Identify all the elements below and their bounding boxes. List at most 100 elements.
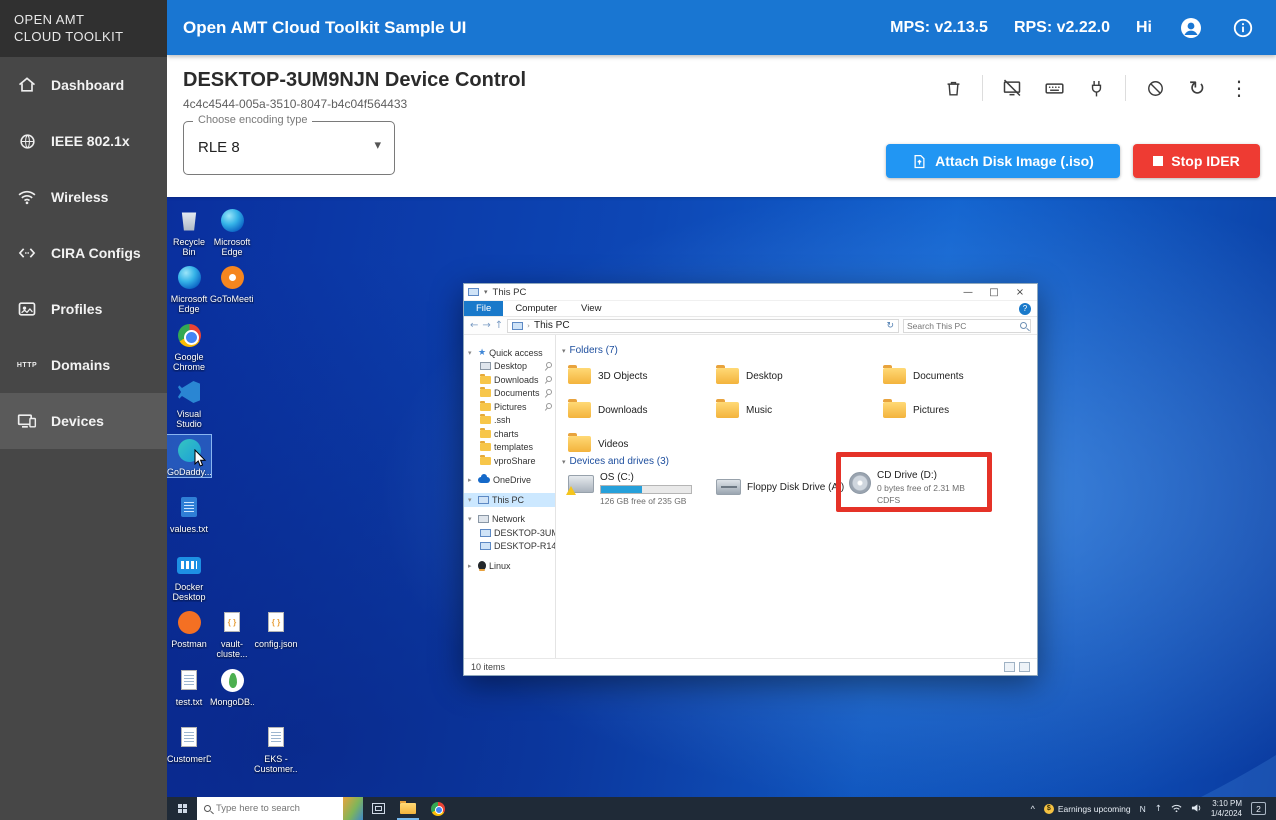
refresh-icon[interactable]: ↻ bbox=[886, 321, 894, 331]
minimize-button[interactable]: — bbox=[955, 284, 981, 300]
onedrive-sync-icon[interactable]: ↑ bbox=[1155, 804, 1162, 814]
earnings-notification[interactable]: $ Earnings upcoming bbox=[1044, 804, 1131, 814]
encoding-select[interactable]: Choose encoding type RLE 8 ▾ bbox=[183, 121, 395, 175]
desktop-icon-gotomeeting[interactable]: GoToMeeting bbox=[210, 262, 254, 304]
nav-item-documents[interactable]: Documents bbox=[464, 387, 555, 401]
explorer-search-input[interactable] bbox=[907, 321, 1020, 331]
desktop-icon-edge-2[interactable]: Microsoft Edge bbox=[167, 262, 211, 314]
desktop-icon-postman[interactable]: Postman bbox=[167, 607, 211, 649]
tab-computer[interactable]: Computer bbox=[503, 301, 569, 316]
list-view-icon[interactable] bbox=[1004, 662, 1015, 672]
sidebar-item-cira-configs[interactable]: CIRA Configs bbox=[0, 225, 167, 281]
keyboard-icon[interactable] bbox=[1041, 75, 1067, 101]
maximize-button[interactable]: □ bbox=[981, 284, 1007, 300]
drive-floppy-a[interactable]: Floppy Disk Drive (A:) bbox=[716, 476, 844, 495]
folder-downloads[interactable]: Downloads bbox=[568, 395, 708, 425]
drive-os-c[interactable]: OS (C:) 126 GB free of 235 GB bbox=[568, 472, 692, 506]
action-center-badge[interactable]: 2 bbox=[1251, 802, 1266, 815]
wifi-icon[interactable] bbox=[1171, 800, 1182, 818]
desktop-icon-edge-1[interactable]: Microsoft Edge bbox=[210, 205, 254, 257]
file-explorer-taskbar-button[interactable] bbox=[393, 797, 423, 820]
task-view-button[interactable] bbox=[363, 797, 393, 820]
folders-section-header[interactable]: ▾Folders (7) bbox=[562, 345, 618, 356]
folder-videos[interactable]: Videos bbox=[568, 429, 708, 459]
nav-item-charts[interactable]: charts bbox=[464, 427, 555, 441]
drives-section-header[interactable]: ▾Devices and drives (3) bbox=[562, 456, 669, 467]
tab-view[interactable]: View bbox=[569, 301, 613, 316]
kebab-menu-icon[interactable]: ⋮ bbox=[1226, 75, 1252, 101]
desktop-icon-vscode[interactable]: Visual Studio Code bbox=[167, 377, 211, 430]
nav-item-pictures[interactable]: Pictures bbox=[464, 400, 555, 414]
this-pc-icon bbox=[468, 288, 479, 296]
sidebar-item-devices[interactable]: Devices bbox=[0, 393, 167, 449]
nav-item-quick-access[interactable]: ▾★Quick access bbox=[464, 346, 555, 360]
explorer-search[interactable] bbox=[903, 319, 1031, 333]
desktop-icon-eks[interactable]: EKS -Customer... bbox=[254, 722, 298, 774]
desktop-icon-test-txt[interactable]: test.txt bbox=[167, 665, 211, 707]
folder-music[interactable]: Music bbox=[716, 395, 856, 425]
thumbnail-view-icon[interactable] bbox=[1019, 662, 1030, 672]
nav-item-network[interactable]: ▾Network bbox=[464, 513, 555, 527]
drive-cd-d[interactable]: CD Drive (D:) 0 bytes free of 2.31 MB CD… bbox=[849, 470, 965, 505]
refresh-icon[interactable]: ↻ bbox=[1184, 75, 1210, 101]
nav-item-templates[interactable]: templates bbox=[464, 441, 555, 455]
nav-item-desktop-r142855[interactable]: DESKTOP-R142855 bbox=[464, 540, 555, 554]
address-box[interactable]: › This PC ↻ bbox=[507, 319, 899, 333]
desktop-icon-mongodb[interactable]: MongoDB... bbox=[210, 665, 254, 707]
start-button[interactable] bbox=[167, 797, 197, 820]
back-icon[interactable]: ← bbox=[470, 320, 478, 331]
stop-ider-button[interactable]: Stop IDER bbox=[1133, 144, 1260, 178]
teams-icon[interactable]: N bbox=[1140, 804, 1146, 814]
info-icon[interactable] bbox=[1230, 15, 1256, 41]
kvm-viewport[interactable]: Recycle Bin Microsoft Edge Microsoft Edg… bbox=[167, 197, 1276, 820]
nav-item-vproshare[interactable]: vproShare bbox=[464, 454, 555, 468]
nav-item-desktop-3um9njn[interactable]: DESKTOP-3UM9NJN bbox=[464, 526, 555, 540]
kvm-off-icon[interactable] bbox=[999, 75, 1025, 101]
attach-disk-image-button[interactable]: Attach Disk Image (.iso) bbox=[886, 144, 1120, 178]
folder-documents[interactable]: Documents bbox=[883, 361, 1023, 391]
nav-item-linux[interactable]: ▸Linux bbox=[464, 559, 555, 573]
nav-item-desktop[interactable]: Desktop bbox=[464, 360, 555, 374]
volume-icon[interactable] bbox=[1191, 800, 1202, 818]
document-icon bbox=[268, 727, 284, 747]
edge-icon bbox=[178, 266, 201, 289]
help-icon[interactable]: ? bbox=[1019, 303, 1031, 315]
sidebar-item-dashboard[interactable]: Dashboard bbox=[0, 57, 167, 113]
chevron-down-icon[interactable]: ▾ bbox=[484, 288, 488, 296]
touch-off-icon[interactable] bbox=[1142, 75, 1168, 101]
chrome-taskbar-button[interactable] bbox=[423, 797, 453, 820]
sidebar-item-domains[interactable]: HTTP Domains bbox=[0, 337, 167, 393]
folder-desktop[interactable]: Desktop bbox=[716, 361, 856, 391]
nav-item-downloads[interactable]: Downloads bbox=[464, 373, 555, 387]
taskbar-search-input[interactable] bbox=[216, 803, 338, 814]
desktop-icon-label: values.txt bbox=[167, 524, 211, 534]
desktop-icon-recycle-bin[interactable]: Recycle Bin bbox=[167, 205, 211, 257]
sidebar-item-wireless[interactable]: Wireless bbox=[0, 169, 167, 225]
sidebar-item-profiles[interactable]: Profiles bbox=[0, 281, 167, 337]
trash-icon[interactable] bbox=[940, 75, 966, 101]
up-icon[interactable]: ↑ bbox=[495, 320, 503, 331]
nav-item-onedrive[interactable]: ▸OneDrive bbox=[464, 474, 555, 488]
nav-item-ssh[interactable]: .ssh bbox=[464, 414, 555, 428]
folder-3d-objects[interactable]: 3D Objects bbox=[568, 361, 708, 391]
desktop-icon-chrome[interactable]: Google Chrome bbox=[167, 320, 211, 372]
nav-label: OneDrive bbox=[493, 475, 531, 485]
taskbar-clock[interactable]: 3:10 PM 1/4/2024 bbox=[1211, 799, 1242, 818]
tab-file[interactable]: File bbox=[464, 301, 503, 316]
power-icon[interactable] bbox=[1083, 75, 1109, 101]
desktop-icon-config-json[interactable]: config.json bbox=[254, 607, 298, 649]
folder-pictures[interactable]: Pictures bbox=[883, 395, 1023, 425]
tray-chevron-icon[interactable]: ^ bbox=[1031, 804, 1035, 814]
nav-item-this-pc[interactable]: ▾This PC bbox=[464, 493, 555, 507]
taskbar-search[interactable] bbox=[197, 797, 363, 820]
desktop-icon-vault-cluster[interactable]: vault-cluste... bbox=[210, 607, 254, 659]
desktop-icon-customerd[interactable]: CustomerD... bbox=[167, 722, 211, 764]
sidebar-item-ieee8021x[interactable]: IEEE 802.1x bbox=[0, 113, 167, 169]
search-highlight-thumbnail[interactable] bbox=[343, 797, 363, 820]
explorer-titlebar[interactable]: ▾ This PC — □ × bbox=[464, 284, 1037, 301]
close-button[interactable]: × bbox=[1007, 284, 1033, 300]
forward-icon[interactable]: → bbox=[482, 320, 490, 331]
user-avatar-icon[interactable] bbox=[1178, 15, 1204, 41]
desktop-icon-docker[interactable]: Docker Desktop bbox=[167, 550, 211, 602]
desktop-icon-values[interactable]: values.txt bbox=[167, 492, 211, 534]
